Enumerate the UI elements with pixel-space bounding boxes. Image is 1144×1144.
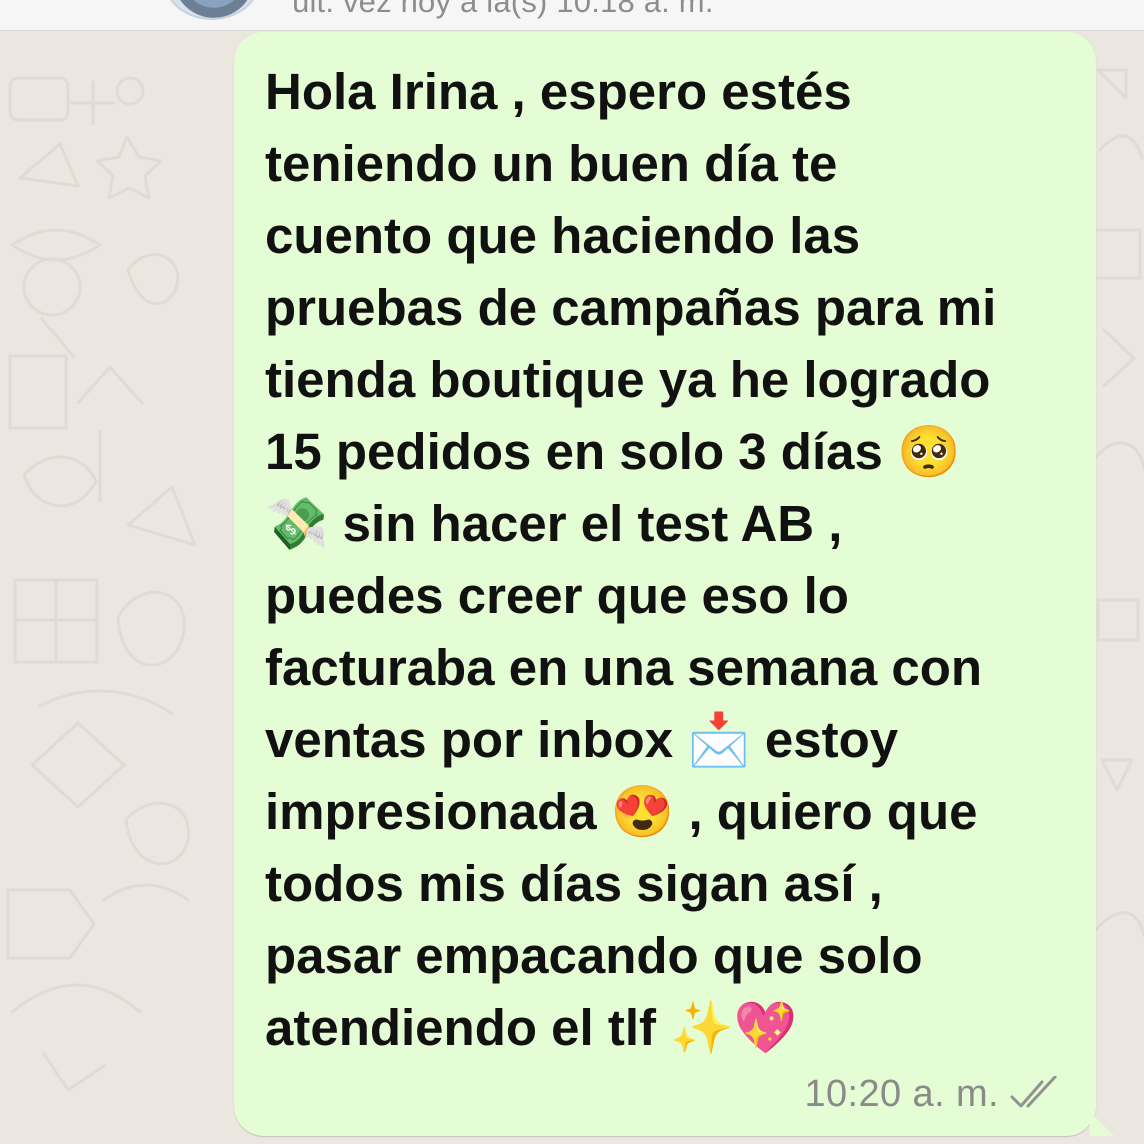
contact-last-seen: últ. vez hoy a la(s) 10:18 a. m. — [292, 0, 714, 19]
double-check-icon — [1010, 1076, 1057, 1108]
contact-avatar[interactable] — [164, 0, 260, 20]
message-time: 10:20 a. m. — [804, 1073, 999, 1115]
chat-header: últ. vez hoy a la(s) 10:18 a. m. — [0, 0, 1144, 31]
outgoing-message-bubble[interactable]: Hola Irina , espero estés teniendo un bu… — [234, 32, 1114, 1136]
message-text[interactable]: Hola Irina , espero estés teniendo un bu… — [265, 56, 1060, 1064]
chat-screen: últ. vez hoy a la(s) 10:18 a. m. Hola Ir… — [0, 0, 1144, 1144]
message-meta: 10:20 a. m. — [804, 1072, 1062, 1116]
